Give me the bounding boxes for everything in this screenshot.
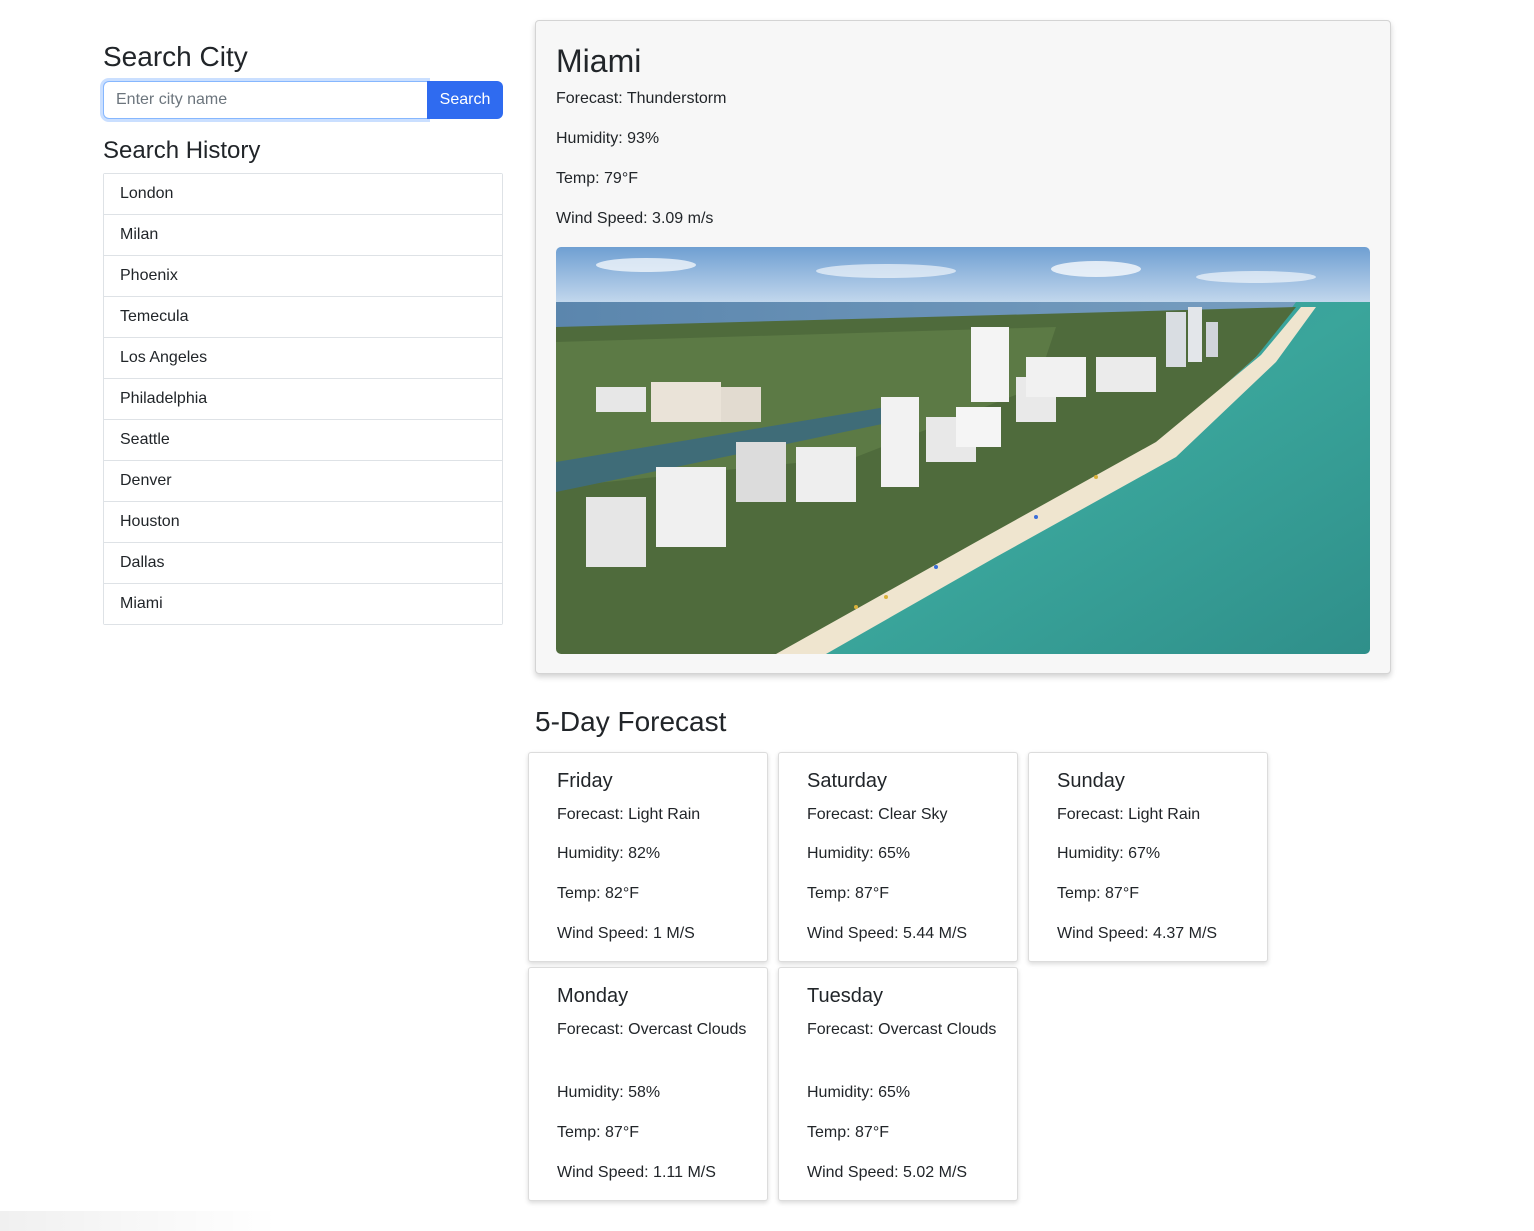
- forecast-card: Monday Forecast: Overcast Clouds Humidit…: [528, 967, 768, 1201]
- search-history-heading: Search History: [103, 137, 261, 164]
- search-history-list: London Milan Phoenix Temecula Los Angele…: [103, 173, 503, 625]
- history-item-miami[interactable]: Miami: [104, 584, 502, 624]
- forecast-card: Saturday Forecast: Clear Sky Humidity: 6…: [778, 752, 1018, 962]
- forecast-card: Sunday Forecast: Light Rain Humidity: 67…: [1028, 752, 1268, 962]
- forecast-wind-speed: Wind Speed: 1.11 M/S: [557, 1164, 716, 1181]
- history-item-milan[interactable]: Milan: [104, 215, 502, 256]
- history-item-denver[interactable]: Denver: [104, 461, 502, 502]
- city-photo: [556, 247, 1370, 654]
- forecast-wind-speed: Wind Speed: 5.02 M/S: [807, 1164, 968, 1181]
- forecast-heading: 5-Day Forecast: [535, 706, 727, 737]
- forecast-condition: Forecast: Light Rain: [557, 806, 701, 823]
- search-heading: Search City: [103, 41, 248, 72]
- current-temp: Temp: 79°F: [556, 170, 638, 187]
- history-item-temecula[interactable]: Temecula: [104, 297, 502, 338]
- forecast-condition: Forecast: Overcast Clouds: [807, 1021, 997, 1038]
- current-forecast: Forecast: Thunderstorm: [556, 90, 727, 107]
- forecast-card: Friday Forecast: Light Rain Humidity: 82…: [528, 752, 768, 962]
- history-item-dallas[interactable]: Dallas: [104, 543, 502, 584]
- forecast-condition: Forecast: Overcast Clouds: [557, 1021, 747, 1038]
- history-item-los-angeles[interactable]: Los Angeles: [104, 338, 502, 379]
- forecast-wind-speed: Wind Speed: 4.37 M/S: [1057, 925, 1218, 942]
- city-search-input[interactable]: [103, 81, 427, 119]
- forecast-humidity: Humidity: 65%: [807, 845, 911, 862]
- forecast-temp: Temp: 87°F: [807, 885, 889, 902]
- sidebar: Search City Search Search History London…: [103, 38, 503, 625]
- current-weather-card: Miami Forecast: Thunderstorm Humidity: 9…: [535, 20, 1391, 674]
- forecast-day: Saturday: [807, 770, 888, 792]
- current-wind-speed: Wind Speed: 3.09 m/s: [556, 210, 714, 227]
- history-item-houston[interactable]: Houston: [104, 502, 502, 543]
- forecast-humidity: Humidity: 67%: [1057, 845, 1161, 862]
- current-city-name: Miami: [556, 43, 642, 79]
- forecast-humidity: Humidity: 58%: [557, 1084, 661, 1101]
- search-form: Search: [103, 81, 503, 119]
- forecast-day: Monday: [557, 985, 629, 1007]
- search-button[interactable]: Search: [427, 81, 503, 119]
- forecast-humidity: Humidity: 82%: [557, 845, 661, 862]
- bottom-shadow: [0, 1211, 280, 1231]
- forecast-humidity: Humidity: 65%: [807, 1084, 911, 1101]
- history-item-philadelphia[interactable]: Philadelphia: [104, 379, 502, 420]
- forecast-temp: Temp: 82°F: [557, 885, 639, 902]
- forecast-condition: Forecast: Clear Sky: [807, 806, 948, 823]
- forecast-wind-speed: Wind Speed: 5.44 M/S: [807, 925, 968, 942]
- weather-dashboard: Search City Search Search History London…: [0, 0, 1534, 1231]
- forecast-temp: Temp: 87°F: [557, 1124, 639, 1141]
- history-item-seattle[interactable]: Seattle: [104, 420, 502, 461]
- forecast-day: Sunday: [1057, 770, 1125, 792]
- current-humidity: Humidity: 93%: [556, 130, 660, 147]
- forecast-temp: Temp: 87°F: [807, 1124, 889, 1141]
- forecast-condition: Forecast: Light Rain: [1057, 806, 1201, 823]
- history-item-phoenix[interactable]: Phoenix: [104, 256, 502, 297]
- forecast-day: Tuesday: [807, 985, 883, 1007]
- forecast-wind-speed: Wind Speed: 1 M/S: [557, 925, 695, 942]
- history-item-london[interactable]: London: [104, 174, 502, 215]
- forecast-temp: Temp: 87°F: [1057, 885, 1139, 902]
- forecast-day: Friday: [557, 770, 613, 792]
- forecast-card: Tuesday Forecast: Overcast Clouds Humidi…: [778, 967, 1018, 1201]
